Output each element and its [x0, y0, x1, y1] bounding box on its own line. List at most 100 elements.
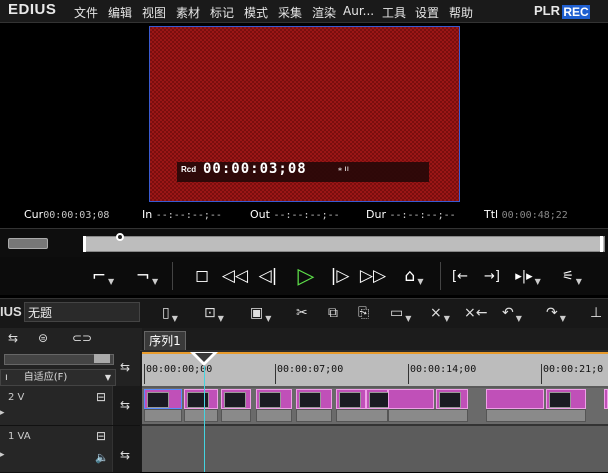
open-icon: ⊡ — [204, 305, 216, 321]
set-in-button[interactable]: ⌐ ▼ — [86, 262, 120, 290]
position-bar[interactable] — [83, 236, 605, 252]
set-out-button[interactable]: ¬ ▼ — [130, 262, 164, 290]
track-lock-icon[interactable]: ⊟ — [96, 390, 106, 404]
sequence-tab-bar — [142, 328, 608, 350]
out-info: Out --:--:--;-- — [250, 208, 340, 221]
track-lock-icon[interactable]: ⊟ — [96, 429, 106, 443]
out-value: --:--:--;-- — [273, 210, 340, 221]
clip-thumbnail — [259, 392, 281, 408]
in-value: --:--:--;-- — [155, 210, 222, 221]
redo-button[interactable]: ↷ ▼ — [546, 303, 566, 323]
open-project-button[interactable]: ⊡ ▼ — [204, 303, 224, 323]
track-mode-icon[interactable]: ⇆ — [8, 331, 18, 345]
clip[interactable] — [184, 389, 218, 409]
mode-select[interactable]: ı 自适应(F) ▼ — [0, 369, 116, 386]
track-divider — [142, 424, 608, 426]
clip[interactable] — [144, 389, 182, 409]
clip[interactable] — [546, 389, 586, 409]
menu-file[interactable]: 文件 — [74, 4, 98, 21]
clip-transparency — [336, 409, 388, 422]
clip[interactable] — [486, 389, 544, 409]
clip[interactable] — [604, 389, 608, 409]
menu-render[interactable]: 渲染 — [312, 4, 336, 21]
stop-icon: ◻ — [194, 266, 210, 286]
position-marker[interactable] — [116, 233, 124, 241]
zoom-slider-thumb[interactable] — [94, 354, 110, 363]
delete-button[interactable]: × ▼ — [430, 303, 450, 323]
link-icon[interactable]: ⊂⊃ — [72, 331, 92, 345]
clip-transparency — [256, 409, 292, 422]
menu-settings[interactable]: 设置 — [415, 4, 439, 21]
play-button[interactable]: ▷ — [292, 262, 320, 290]
clip-thumbnail — [549, 392, 571, 408]
clip[interactable] — [336, 389, 366, 409]
clip[interactable] — [256, 389, 292, 409]
mode-label: 自适应(F) — [23, 372, 68, 383]
add-marker-button[interactable]: ⊥ — [590, 303, 602, 323]
shuttle-slider[interactable] — [8, 238, 48, 249]
replace-button[interactable]: ▭ ▼ — [390, 303, 411, 323]
menu-mode[interactable]: 模式 — [244, 4, 268, 21]
ripple-delete-button[interactable]: ×← — [464, 303, 487, 323]
split-button[interactable]: ▸|▸ ▼ — [510, 262, 546, 290]
prev-frame-button[interactable]: ◁| — [256, 262, 280, 290]
track-name-1va: 1 VA — [8, 431, 31, 442]
overwrite-button[interactable]: →] — [478, 262, 506, 290]
clip[interactable] — [388, 389, 434, 409]
loop-icon: ⌂ — [404, 266, 416, 286]
mode-icon: ı — [5, 372, 8, 383]
clip[interactable] — [366, 389, 391, 409]
plr-button[interactable]: PLR — [534, 3, 560, 18]
chevron-down-icon: ▼ — [108, 276, 115, 286]
rewind-button[interactable]: ◁◁ — [220, 262, 250, 290]
track-toggle-icon[interactable]: ⇆ — [120, 360, 130, 374]
divider — [440, 262, 441, 290]
menu-tools[interactable]: 工具 — [382, 4, 406, 21]
save-icon: ▣ — [250, 305, 264, 321]
ruler-tick — [408, 364, 409, 384]
speaker-icon[interactable]: 🔈 — [95, 451, 109, 464]
clip[interactable] — [436, 389, 468, 409]
rec-button[interactable]: REC — [562, 5, 590, 19]
clip[interactable] — [221, 389, 251, 409]
menu-edit[interactable]: 编辑 — [108, 4, 132, 21]
stop-button[interactable]: ◻ — [190, 262, 214, 290]
output-button[interactable]: ⚟ ▼ — [554, 262, 590, 290]
ttl-info: Ttl 00:00:48;22 — [484, 208, 568, 221]
next-frame-button[interactable]: |▷ — [328, 262, 352, 290]
new-file-icon: ▯ — [162, 305, 170, 321]
clip-transparency — [144, 409, 182, 422]
chevron-down-icon: ▼ — [265, 313, 272, 323]
insert-button[interactable]: [← — [446, 262, 474, 290]
expand-track-icon[interactable]: ▸ — [0, 450, 5, 460]
scissors-icon: ✂ — [296, 305, 308, 321]
menu-marker[interactable]: 标记 — [210, 4, 234, 21]
chevron-down-icon: ▼ — [575, 276, 582, 286]
copy-button[interactable]: ⧉ — [328, 303, 338, 323]
menu-help[interactable]: 帮助 — [449, 4, 473, 21]
project-name-field[interactable]: 无题 — [24, 302, 140, 322]
menu-aur[interactable]: Aur... — [343, 4, 374, 18]
next-frame-icon: |▷ — [330, 266, 350, 286]
track-1va-lane[interactable] — [142, 426, 608, 472]
paste-button[interactable]: ⎘ — [358, 303, 369, 323]
position-bar-end — [600, 236, 603, 252]
sync-icon[interactable]: ⊜ — [38, 331, 48, 345]
clip[interactable] — [296, 389, 332, 409]
cut-button[interactable]: ✂ — [296, 303, 308, 323]
save-button[interactable]: ▣ ▼ — [250, 303, 271, 323]
ruler-label: 00:00:07;00 — [277, 364, 344, 375]
menu-view[interactable]: 视图 — [142, 4, 166, 21]
chevron-down-icon: ▼ — [559, 313, 566, 323]
tab-sequence1[interactable]: 序列1 — [144, 331, 186, 351]
expand-track-icon[interactable]: ▸ — [0, 408, 5, 418]
new-sequence-button[interactable]: ▯ ▼ — [162, 303, 178, 323]
menu-capture[interactable]: 采集 — [278, 4, 302, 21]
play-icon: ▷ — [297, 263, 315, 289]
fast-forward-button[interactable]: ▷▷ — [358, 262, 388, 290]
cur-value: 00:00:03;08 — [43, 210, 110, 221]
loop-button[interactable]: ⌂ ▼ — [394, 262, 434, 290]
clip-thumbnail — [339, 392, 361, 408]
menu-clip[interactable]: 素材 — [176, 4, 200, 21]
undo-button[interactable]: ↶ ▼ — [502, 303, 522, 323]
